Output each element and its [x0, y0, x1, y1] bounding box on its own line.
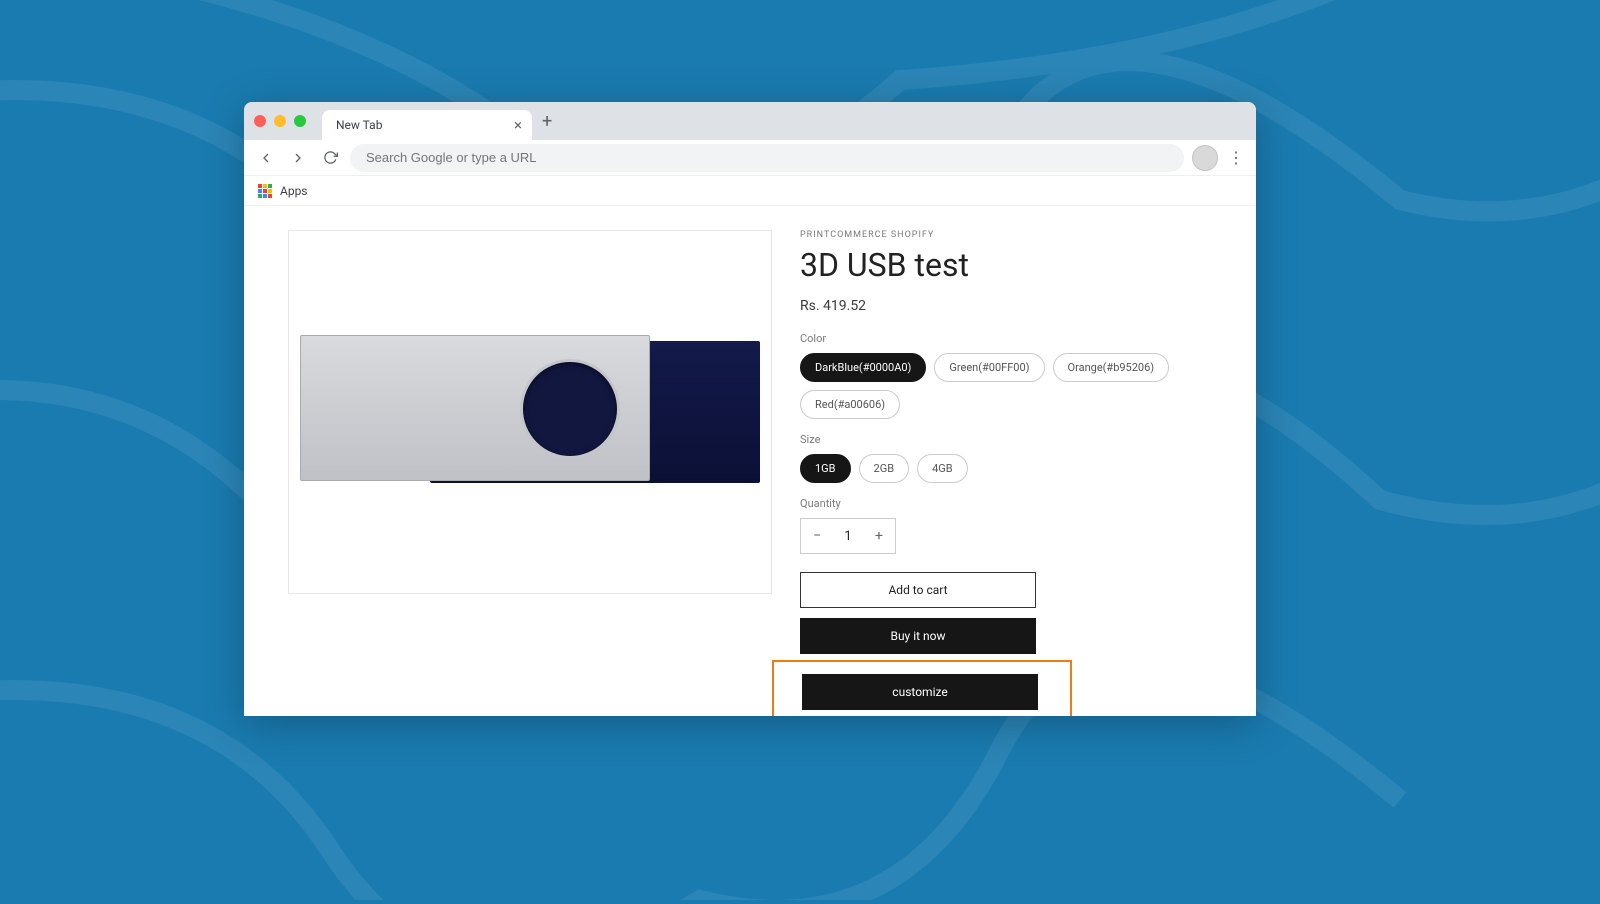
quantity-decrease-button[interactable]: −	[801, 519, 833, 553]
size-options: 1GB 2GB 4GB	[800, 454, 1212, 483]
quantity-value: 1	[833, 519, 863, 553]
tab-bar: New Tab × +	[244, 102, 1256, 140]
size-option-1gb[interactable]: 1GB	[800, 454, 851, 483]
close-tab-icon[interactable]: ×	[514, 116, 522, 134]
browser-window: New Tab × + ⋮ Apps	[244, 102, 1256, 716]
color-option-red[interactable]: Red(#a00606)	[800, 390, 900, 419]
add-to-cart-button[interactable]: Add to cart	[800, 572, 1036, 608]
url-input[interactable]	[350, 144, 1184, 172]
minimize-window-icon[interactable]	[274, 115, 286, 127]
new-tab-button[interactable]: +	[542, 111, 552, 132]
buy-now-button[interactable]: Buy it now	[800, 618, 1036, 654]
product-info: PRINTCOMMERCE SHOPIFY 3D USB test Rs. 41…	[800, 230, 1212, 716]
page-content: PRINTCOMMERCE SHOPIFY 3D USB test Rs. 41…	[244, 206, 1256, 716]
quantity-label: Quantity	[800, 497, 1212, 510]
color-option-darkblue[interactable]: DarkBlue(#0000A0)	[800, 353, 926, 382]
forward-button[interactable]	[286, 146, 310, 170]
color-option-orange[interactable]: Orange(#b95206)	[1053, 353, 1170, 382]
apps-icon[interactable]	[258, 184, 272, 198]
quantity-stepper: − 1 +	[800, 518, 896, 554]
customize-highlight: customize	[772, 660, 1072, 716]
bookmarks-bar: Apps	[244, 176, 1256, 206]
close-window-icon[interactable]	[254, 115, 266, 127]
tab-title: New Tab	[336, 118, 382, 132]
product-price: Rs. 419.52	[800, 298, 1212, 314]
browser-menu-icon[interactable]: ⋮	[1226, 148, 1246, 167]
size-option-4gb[interactable]: 4GB	[917, 454, 968, 483]
apps-label[interactable]: Apps	[280, 184, 308, 198]
color-label: Color	[800, 332, 1212, 345]
quantity-increase-button[interactable]: +	[863, 519, 895, 553]
size-label: Size	[800, 433, 1212, 446]
browser-tab[interactable]: New Tab ×	[322, 110, 532, 140]
product-vendor: PRINTCOMMERCE SHOPIFY	[800, 230, 1212, 240]
product-title: 3D USB test	[800, 246, 1212, 284]
color-option-green[interactable]: Green(#00FF00)	[934, 353, 1044, 382]
product-image	[288, 230, 772, 594]
maximize-window-icon[interactable]	[294, 115, 306, 127]
window-controls	[254, 115, 306, 127]
customize-button[interactable]: customize	[802, 674, 1038, 710]
profile-avatar[interactable]	[1192, 145, 1218, 171]
back-button[interactable]	[254, 146, 278, 170]
address-bar: ⋮	[244, 140, 1256, 176]
color-options: DarkBlue(#0000A0) Green(#00FF00) Orange(…	[800, 353, 1212, 419]
size-option-2gb[interactable]: 2GB	[859, 454, 910, 483]
reload-button[interactable]	[318, 146, 342, 170]
